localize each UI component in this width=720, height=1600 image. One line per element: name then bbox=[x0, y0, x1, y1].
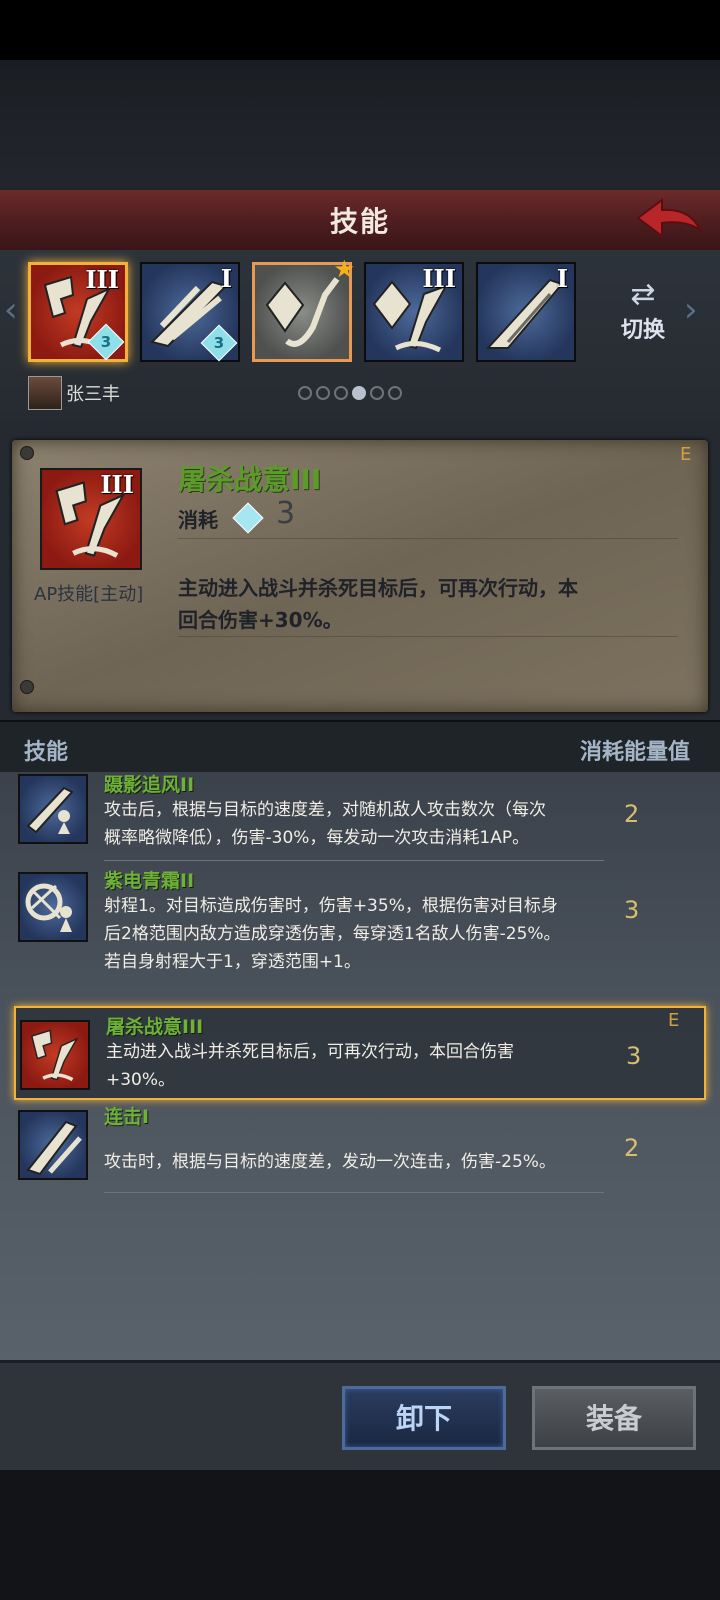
cost-value: 3 bbox=[276, 496, 296, 531]
page-dot bbox=[316, 386, 330, 400]
shield-figure-icon bbox=[25, 883, 72, 932]
desc-line: 若自身射程大于1，穿透范围+1。 bbox=[104, 952, 361, 972]
skill-name: 紫电青霜II bbox=[104, 870, 195, 892]
chevron-left-icon[interactable]: ‹ bbox=[4, 290, 18, 330]
rivet-icon bbox=[20, 446, 34, 460]
row-divider bbox=[104, 860, 604, 861]
backdrop bbox=[0, 60, 720, 190]
skill-description: 攻击时，根据与目标的速度差，发动一次连击，伤害-25%。 bbox=[104, 1148, 604, 1176]
page-dot bbox=[370, 386, 384, 400]
rank-numeral: I bbox=[220, 264, 232, 293]
desc-line: 后2格范围内敌方造成穿透伤害，每穿透1名敌人伤害-25%。 bbox=[104, 924, 561, 944]
detail-desc-line: 主动进入战斗并杀死目标后，可再次行动，本 bbox=[178, 576, 578, 600]
desc-line: 攻击后，根据与目标的速度差，对随机敌人攻击数次（每次 bbox=[104, 800, 546, 820]
page-dot-active bbox=[352, 386, 366, 400]
skill-cost: 2 bbox=[624, 800, 640, 828]
skill-icon bbox=[18, 774, 88, 844]
skill-name: 屠杀战意III bbox=[106, 1016, 204, 1038]
unequip-button[interactable]: 卸下 bbox=[342, 1386, 506, 1450]
rank-numeral: I bbox=[556, 264, 568, 293]
page-indicator bbox=[298, 385, 406, 404]
back-arrow-icon[interactable] bbox=[634, 196, 704, 242]
skill-slot-1[interactable]: III 3 bbox=[28, 262, 128, 362]
hero-name: 张三丰 bbox=[66, 384, 120, 405]
desc-line: 主动进入战斗并杀死目标后，可再次行动，本回合伤害 bbox=[106, 1042, 514, 1062]
skill-description: 攻击后，根据与目标的速度差，对随机敌人攻击数次（每次 概率略微降低），伤害-30… bbox=[104, 796, 604, 852]
skill-row-3[interactable]: 屠杀战意III 主动进入战斗并杀死目标后，可再次行动，本回合伤害 +30%。 3… bbox=[14, 1006, 706, 1100]
desc-line: 射程1。对目标造成伤害时，伤害+35%，根据伤害对目标身 bbox=[104, 896, 558, 916]
skill-row-1[interactable]: 蹑影追风II 攻击后，根据与目标的速度差，对随机敌人攻击数次（每次 概率略微降低… bbox=[14, 774, 706, 868]
skill-name: 连击I bbox=[104, 1106, 150, 1128]
swap-arrows-icon: ⇄ bbox=[630, 277, 656, 312]
skill-slot-2[interactable]: I 3 bbox=[140, 262, 240, 362]
page-title: 技能 bbox=[329, 205, 390, 238]
page-dot bbox=[298, 386, 312, 400]
skill-cost: 2 bbox=[624, 1134, 640, 1162]
divider bbox=[178, 636, 678, 637]
skill-icon bbox=[18, 872, 88, 942]
rank-numeral: III bbox=[100, 470, 134, 499]
bottom-backdrop bbox=[0, 1470, 720, 1600]
equip-button[interactable]: 装备 bbox=[532, 1386, 696, 1450]
skill-name: 蹑影追风II bbox=[104, 774, 195, 796]
rank-numeral: III bbox=[85, 265, 119, 294]
rank-numeral: III bbox=[422, 264, 456, 293]
detail-skill-name: 屠杀战意III bbox=[178, 463, 322, 496]
desc-line: 攻击时，根据与目标的速度差，发动一次连击，伤害-25%。 bbox=[104, 1152, 556, 1172]
rank-badge: E bbox=[680, 444, 692, 465]
skill-slot-5[interactable]: I bbox=[476, 262, 576, 362]
desc-line: 概率略微降低），伤害-30%，每发动一次攻击消耗1AP。 bbox=[104, 828, 530, 848]
combo-blade-icon bbox=[26, 1120, 82, 1176]
desc-line: +30%。 bbox=[106, 1070, 176, 1090]
row-divider bbox=[104, 1192, 604, 1193]
divider bbox=[178, 538, 678, 539]
status-bar-area bbox=[0, 0, 720, 60]
skill-slot-4[interactable]: III bbox=[364, 262, 464, 362]
chevron-right-icon[interactable]: › bbox=[684, 290, 698, 330]
list-header-cost: 消耗能量值 bbox=[579, 740, 690, 765]
page-dot bbox=[388, 386, 402, 400]
detail-skill-icon: III bbox=[40, 468, 142, 570]
list-header-skills: 技能 bbox=[24, 740, 69, 765]
page-dot bbox=[334, 386, 348, 400]
swap-button[interactable]: ⇄ 切换 bbox=[608, 278, 678, 344]
star-icon: ★ bbox=[333, 255, 355, 283]
cost-label: 消耗 bbox=[178, 508, 218, 532]
skill-row-4[interactable]: 连击I 攻击时，根据与目标的速度差，发动一次连击，伤害-25%。 2 bbox=[14, 1106, 706, 1200]
skill-description: 射程1。对目标造成伤害时，伤害+35%，根据伤害对目标身 后2格范围内敌方造成穿… bbox=[104, 892, 604, 976]
detail-desc-line: 回合伤害+30%。 bbox=[178, 608, 343, 632]
skill-type: AP技能[主动] bbox=[34, 584, 144, 605]
sword-fist-icon bbox=[30, 1029, 79, 1082]
list-header: 技能 消耗能量值 bbox=[0, 722, 720, 774]
skill-slot-3[interactable]: ★ bbox=[252, 255, 355, 362]
skill-description: 主动进入战斗并杀死目标后，可再次行动，本回合伤害 +30%。 bbox=[106, 1038, 606, 1094]
header-bar: 技能 bbox=[0, 190, 720, 252]
skill-icon bbox=[18, 1110, 88, 1180]
rivet-icon bbox=[20, 680, 34, 694]
skill-cost: 3 bbox=[624, 896, 640, 924]
shadow-blade-icon bbox=[26, 786, 74, 834]
detail-description: 主动进入战斗并杀死目标后，可再次行动，本 回合伤害+30%。 bbox=[178, 572, 638, 636]
avatar[interactable] bbox=[28, 376, 62, 410]
skill-icon bbox=[20, 1020, 90, 1090]
swap-label: 切换 bbox=[620, 318, 665, 343]
skill-row-2[interactable]: 紫电青霜II 射程1。对目标造成伤害时，伤害+35%，根据伤害对目标身 后2格范… bbox=[14, 870, 706, 980]
skill-cost: 3 bbox=[626, 1042, 642, 1070]
rank-badge: E bbox=[668, 1010, 680, 1031]
